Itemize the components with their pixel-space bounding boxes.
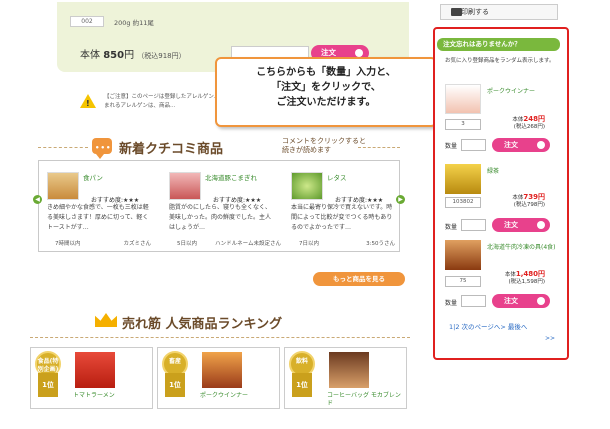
reminder-price: 本体739円 (税込798円) [512,194,545,209]
tax-price: (税込798円) [513,202,545,208]
product-code: 75 [445,276,481,287]
pork-image [169,172,201,200]
review-card[interactable]: 食パン おすすめ度:★★★ きめ細やかな食感で、一枚も三枚は軽る美味しさます！厚… [43,169,151,249]
ranking-item[interactable]: 畜産 1位 ポークウインナー [157,347,280,409]
product-code: 103802 [445,197,481,208]
price-label: 本体 [512,195,524,201]
bubble-dots: ••• [95,144,112,152]
qty-label: 数量 [445,143,458,150]
medal-rank: 1位 [292,373,312,397]
rank-medal: 畜産 1位 [162,351,188,401]
order-button[interactable]: 注文 [492,294,550,308]
quantity-input[interactable] [461,295,486,307]
ranking-product-name[interactable]: トマトラーメン [73,392,115,400]
review-text[interactable]: 脂質がのにしたら、寝りも全くなく、美味しかった。肉の鮮度でした。主人はしょうが… [169,203,273,233]
reminder-description: お気に入り登録商品をランダム表示します。 [445,58,555,64]
lettuce-image [291,172,323,200]
printer-icon [451,8,462,16]
carousel-prev-icon[interactable]: ◀ [33,195,42,204]
more-products-button[interactable]: もっと商品を見る [313,272,405,286]
review-product-name[interactable]: 北海道豚こまぎれ [205,172,257,182]
product-spec: 200g 約11尾 [114,19,154,27]
divider [358,147,400,148]
order-button[interactable]: 注文 [492,138,550,152]
reminder-product-name[interactable]: 緑茶 [487,168,499,176]
order-button[interactable]: 注文 [492,218,550,232]
carousel-next-icon[interactable]: ▶ [396,195,405,204]
review-text[interactable]: 本当に最寄り保冷で買えないです。時間によって比較が変でつくる時もありるのでよかっ… [291,203,395,233]
reminder-price: 本体1,480円 (税込1,598円) [505,271,545,286]
review-card[interactable]: レタス おすすめ度:★★★ 本当に最寄り保冷で買えないです。時間によって比較が変… [287,169,395,249]
reviews-subtitle: コメントをクリックすると 続きが読めます [282,137,366,155]
product-image[interactable] [202,352,242,388]
reviews-subtitle-2: 続きが読めます [282,146,331,154]
reminder-item: ポークウインナー 3 本体248円 (税込268円) 数量 注文 [445,84,555,154]
warning-mark: ! [86,99,90,108]
price-value: 850 [103,50,125,61]
product-image[interactable] [75,352,115,388]
pagination[interactable]: 1|2 次のページへ> 最後へ [449,321,527,331]
reviews-subtitle-1: コメントをクリックすると [282,137,366,145]
ranking-product-name[interactable]: コーヒーバッグ モカブレンド [327,392,406,408]
callout-line3: ご注文いただけます。 [276,97,376,108]
rank-medal: 飲料 1位 [289,351,315,401]
ranking-item[interactable]: 食品(特別企画) 1位 トマトラーメン [30,347,153,409]
qty-label: 数量 [445,300,458,307]
divider [30,337,410,338]
ranking-item[interactable]: 飲料 1位 コーヒーバッグ モカブレンド [284,347,407,409]
bread-image [47,172,79,200]
product-image[interactable] [445,240,481,270]
product-image[interactable] [329,352,369,388]
rank-medal: 食品(特別企画) 1位 [35,351,61,401]
review-product-name[interactable]: 食パン [83,172,103,182]
price-value: 1,480円 [515,270,545,278]
review-date: 5日以内 [177,241,197,247]
price-unit: 円 [124,50,135,61]
ranking-product-name[interactable]: ポークウインナー [200,392,248,400]
price-value: 739円 [523,193,545,201]
review-user: ハンドルネーム未設定さん [215,241,281,247]
pagination-more[interactable]: >> [545,335,555,342]
product-image[interactable] [445,164,481,194]
reviews-carousel: 食パン おすすめ度:★★★ きめ細やかな食感で、一枚も三枚は軽る美味しさます！厚… [38,160,400,252]
product-code: 002 [70,16,104,27]
medal-rank: 1位 [38,373,58,397]
review-date: 7時間以内 [55,241,81,247]
price-label: 本体 [504,272,516,278]
review-user: 3:50うさん [366,241,395,247]
qty-label: 数量 [445,224,458,231]
product-code: 3 [445,119,481,130]
ranking-title: 売れ筋 人気商品ランキング [122,317,283,332]
reminder-price: 本体248円 (税込268円) [512,116,545,131]
review-text[interactable]: きめ細やかな食感で、一枚も三枚は軽る美味しさます！厚めに切って、軽くトーストがす… [47,203,151,233]
callout-tooltip: こちらからも「数量」入力と、 「注文」をクリックで、 ご注文いただけます。 [215,57,437,127]
price-label: 本体 [80,50,100,61]
review-user: カズミさん [123,241,151,247]
product-image[interactable] [445,84,481,114]
divider [38,147,88,148]
medal-rank: 1位 [165,373,185,397]
quantity-input[interactable] [461,139,486,151]
tax-price: (税込268円) [513,124,545,130]
tax-price: （税込918円） [137,52,186,60]
review-card[interactable]: 北海道豚こまぎれ おすすめ度:★★★ 脂質がのにしたら、寝りも全くなく、美味しか… [165,169,281,249]
price-value: 248円 [523,115,545,123]
reminder-header: 注文忘れはありませんか？ [437,38,560,51]
reviews-title: 新着クチコミ商品 [119,142,224,157]
product-price: 本体 850円 （税込918円） [80,46,186,61]
callout-line1: こちらからも「数量」入力と、 [256,67,396,78]
crown-icon [95,313,117,327]
reminder-item: 北海道牛肉冷凍の具(4食) 75 本体1,480円 (税込1,598円) 数量 … [445,240,557,310]
reminder-item: 緑茶 103802 本体739円 (税込798円) 数量 注文 [445,164,555,234]
callout-line2: 「注文」をクリックで、 [271,82,381,93]
review-date: 7日以内 [299,241,319,247]
review-product-name[interactable]: レタス [327,172,347,182]
price-label: 本体 [512,117,524,123]
reminder-product-name[interactable]: 北海道牛肉冷凍の具(4食) [487,244,557,252]
quantity-input[interactable] [461,219,486,231]
reminder-product-name[interactable]: ポークウインナー [487,88,535,96]
tax-price: (税込1,598円) [508,279,545,285]
